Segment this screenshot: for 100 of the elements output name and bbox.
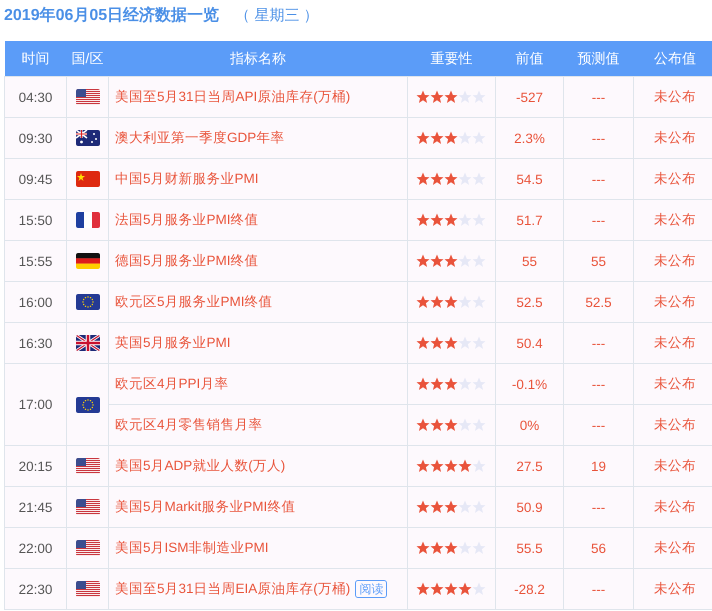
star-icon xyxy=(458,541,472,555)
indicator-name: 欧元区4月零售销售月率 xyxy=(115,417,263,432)
forecast-value: --- xyxy=(564,76,634,118)
forecast-value: --- xyxy=(564,200,634,240)
star-icon xyxy=(458,459,472,473)
forecast-value: 56 xyxy=(564,528,634,568)
star-icon xyxy=(416,90,430,104)
flag-icon xyxy=(76,581,100,597)
column-header: 前值 xyxy=(496,41,564,76)
flag-icon xyxy=(76,294,100,310)
actual-value: 未公布 xyxy=(634,158,712,200)
flag-icon xyxy=(76,499,100,515)
previous-value: 55.5 xyxy=(496,528,564,568)
previous-value: 52.5 xyxy=(496,282,564,322)
previous-value: 2.3% xyxy=(496,118,564,158)
column-header: 指标名称 xyxy=(108,41,408,76)
star-icon xyxy=(458,90,472,104)
time-cell: 22:30 xyxy=(4,568,66,610)
actual-value: 未公布 xyxy=(634,568,712,610)
flag-icon xyxy=(76,253,100,269)
indicator-name: 美国至5月31日当周API原油库存(万桶) xyxy=(115,89,350,104)
indicator-name: 德国5月服务业PMI终值 xyxy=(115,253,259,268)
star-icon xyxy=(430,459,444,473)
actual-value: 未公布 xyxy=(634,118,712,158)
flag-icon xyxy=(76,458,100,474)
indicator-name: 法国5月服务业PMI终值 xyxy=(115,212,259,227)
star-icon xyxy=(444,131,458,145)
star-icon xyxy=(416,418,430,432)
forecast-value: 52.5 xyxy=(564,282,634,322)
flag-icon xyxy=(76,212,100,228)
indicator-name: 美国至5月31日当周EIA原油库存(万桶) xyxy=(115,581,350,596)
time-cell: 16:00 xyxy=(4,282,66,322)
star-icon xyxy=(444,295,458,309)
star-icon xyxy=(458,295,472,309)
star-icon xyxy=(444,254,458,268)
star-icon xyxy=(416,131,430,145)
star-icon xyxy=(444,90,458,104)
actual-value: 未公布 xyxy=(634,404,712,446)
actual-value: 未公布 xyxy=(634,240,712,282)
star-icon xyxy=(458,582,472,596)
column-header: 时间 xyxy=(4,41,66,76)
star-icon xyxy=(458,172,472,186)
flag-icon xyxy=(76,396,100,412)
star-icon xyxy=(416,295,430,309)
indicator-name: 欧元区5月服务业PMI终值 xyxy=(115,294,273,309)
indicator-name: 美国5月Markit服务业PMI终值 xyxy=(115,499,296,514)
forecast-value: --- xyxy=(564,486,634,528)
star-icon xyxy=(444,377,458,391)
forecast-value: --- xyxy=(564,158,634,200)
read-link[interactable]: 阅读 xyxy=(355,580,388,598)
previous-value: 54.5 xyxy=(496,158,564,200)
star-icon xyxy=(444,541,458,555)
star-icon xyxy=(430,295,444,309)
time-cell: 21:45 xyxy=(4,486,66,528)
star-icon xyxy=(444,582,458,596)
previous-value: 55 xyxy=(496,240,564,282)
actual-value: 未公布 xyxy=(634,76,712,118)
star-icon xyxy=(472,582,486,596)
star-icon xyxy=(458,131,472,145)
star-icon xyxy=(416,377,430,391)
star-icon xyxy=(472,459,486,473)
actual-value: 未公布 xyxy=(634,200,712,240)
indicator-name: 美国5月ISM非制造业PMI xyxy=(115,540,269,555)
star-icon xyxy=(458,418,472,432)
column-header: 预测值 xyxy=(564,41,634,76)
previous-value: 0% xyxy=(496,404,564,446)
star-icon xyxy=(444,213,458,227)
star-icon xyxy=(430,254,444,268)
star-icon xyxy=(430,377,444,391)
star-icon xyxy=(444,172,458,186)
actual-value: 未公布 xyxy=(634,364,712,404)
column-header: 国/区 xyxy=(66,41,108,76)
forecast-value: 55 xyxy=(564,240,634,282)
forecast-value: --- xyxy=(564,118,634,158)
time-cell: 04:30 xyxy=(4,76,66,118)
star-icon xyxy=(430,541,444,555)
flag-icon xyxy=(76,130,100,146)
star-icon xyxy=(416,336,430,350)
previous-value: -0.1% xyxy=(496,364,564,404)
star-icon xyxy=(458,254,472,268)
weekday-label: （ 星期三 ） xyxy=(235,6,319,24)
star-icon xyxy=(430,172,444,186)
star-icon xyxy=(416,582,430,596)
flag-icon xyxy=(76,335,100,351)
previous-value: 50.4 xyxy=(496,322,564,364)
previous-value: -527 xyxy=(496,76,564,118)
star-icon xyxy=(444,459,458,473)
star-icon xyxy=(416,459,430,473)
star-icon xyxy=(416,172,430,186)
star-icon xyxy=(458,377,472,391)
star-icon xyxy=(430,500,444,514)
star-icon xyxy=(430,131,444,145)
column-header: 重要性 xyxy=(408,41,496,76)
actual-value: 未公布 xyxy=(634,446,712,486)
page-title: 2019年06月05日经济数据一览 xyxy=(4,5,220,26)
previous-value: 50.9 xyxy=(496,486,564,528)
star-icon xyxy=(416,541,430,555)
star-icon xyxy=(416,213,430,227)
time-cell: 15:50 xyxy=(4,200,66,240)
previous-value: 51.7 xyxy=(496,200,564,240)
